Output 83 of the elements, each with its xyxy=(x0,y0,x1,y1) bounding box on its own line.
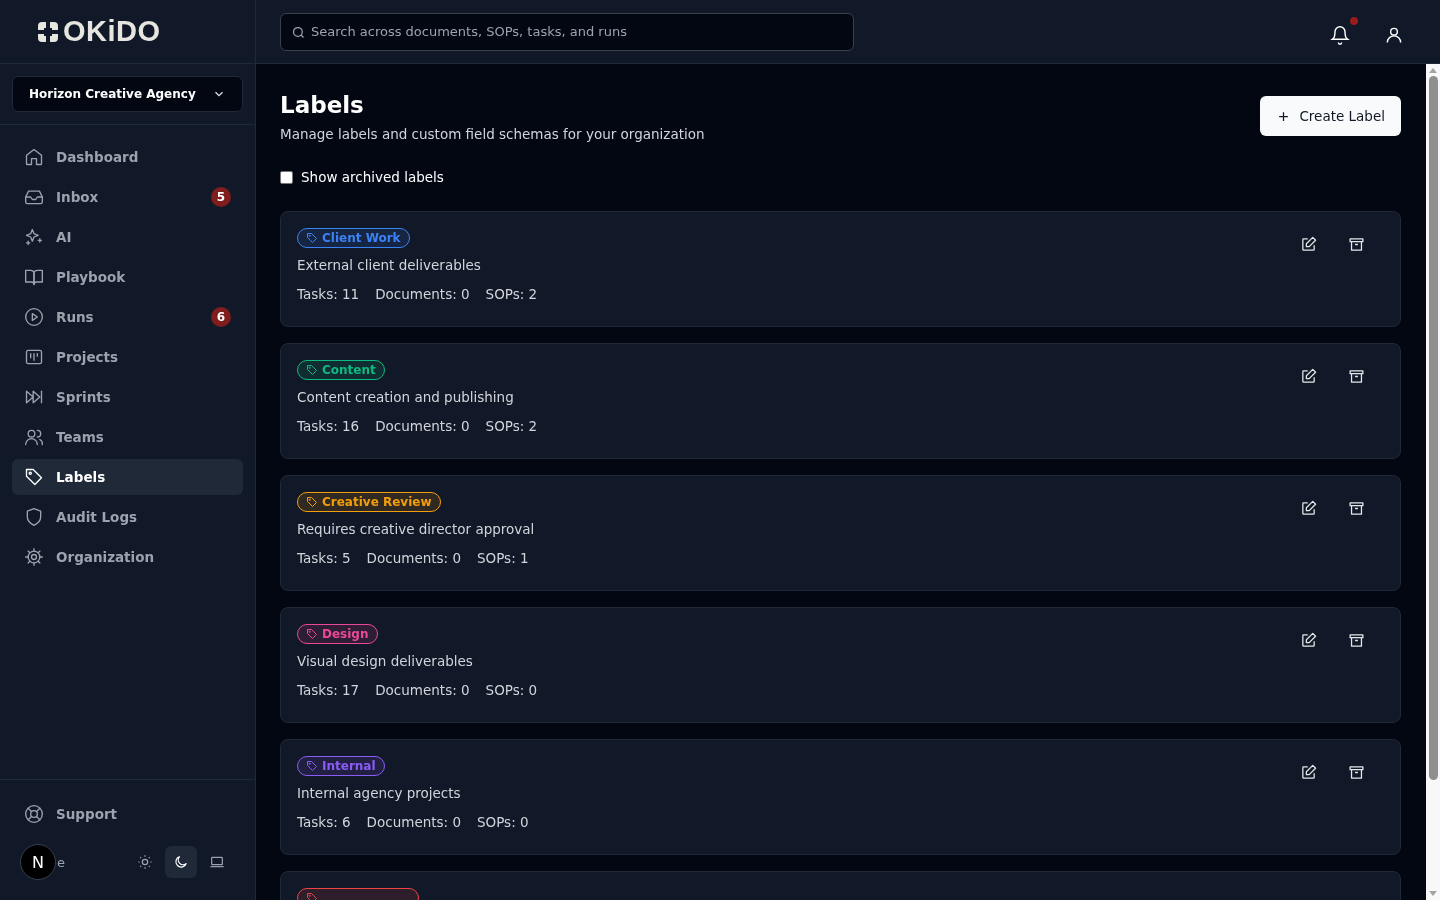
search-field[interactable]: Search across documents, SOPs, tasks, and runs xyxy=(280,12,854,51)
nav-item[interactable]: Organization xyxy=(12,539,243,575)
tag-icon xyxy=(306,760,318,772)
label-tag: Design xyxy=(297,624,378,644)
stat-text: SOPs: 0 xyxy=(485,682,538,698)
stat-text: SOPs: 1 xyxy=(477,550,529,566)
nav-item[interactable]: Teams xyxy=(12,419,243,455)
label-description: Visual design deliverables xyxy=(297,653,473,669)
page-title: Labels xyxy=(280,92,365,118)
moon-icon xyxy=(173,854,189,870)
label-description: Internal agency projects xyxy=(297,785,461,801)
label-tag: Content xyxy=(297,360,385,380)
tag-icon xyxy=(24,467,44,487)
label-tag: Client Work xyxy=(297,228,410,248)
book-icon xyxy=(24,267,44,287)
nav-item[interactable]: Sprints xyxy=(12,379,243,415)
settings-icon xyxy=(24,547,44,567)
label-tag: Creative Review xyxy=(297,492,441,512)
stat-text: Documents: 0 xyxy=(366,550,461,566)
shield-icon xyxy=(24,507,44,527)
nav-item[interactable]: Labels xyxy=(12,459,243,495)
archive-icon xyxy=(1347,235,1365,253)
theme-button[interactable] xyxy=(165,846,197,878)
stat-text: Tasks: 6 xyxy=(297,814,351,830)
sun-icon xyxy=(137,854,153,870)
users-icon xyxy=(24,427,44,447)
notifications-button[interactable] xyxy=(1328,16,1358,47)
label-description: Requires creative director approval xyxy=(297,521,535,537)
tag-icon xyxy=(306,364,318,376)
nav-item[interactable]: AI xyxy=(12,219,243,255)
label-description: Content creation and publishing xyxy=(297,389,514,405)
stat-text: Tasks: 16 xyxy=(297,418,360,434)
archive-icon xyxy=(1347,367,1365,385)
edit-icon xyxy=(1299,631,1317,649)
page-subtitle: Manage labels and custom field schemas for your organization xyxy=(280,126,705,142)
stat-text: SOPs: 0 xyxy=(477,814,529,830)
count-badge: 6 xyxy=(211,307,231,327)
scrollbar[interactable] xyxy=(1426,64,1440,900)
count-badge: 5 xyxy=(211,187,231,207)
nav-item[interactable]: Projects xyxy=(12,339,243,375)
laptop-icon xyxy=(209,854,225,870)
search-icon xyxy=(291,24,306,40)
checkbox-label[interactable]: Show archived labels xyxy=(301,169,444,185)
support-link[interactable]: Support xyxy=(12,796,243,832)
lifebuoy-icon xyxy=(24,804,44,824)
play-icon xyxy=(24,307,44,327)
archive-icon xyxy=(1347,763,1365,781)
edit-icon xyxy=(1299,499,1317,517)
sparkles-icon xyxy=(24,227,44,247)
home-icon xyxy=(24,147,44,167)
theme-label: e xyxy=(57,854,65,870)
tag-icon xyxy=(306,496,318,508)
edit-icon xyxy=(1299,367,1317,385)
tag-icon xyxy=(306,232,318,244)
nav-item[interactable]: Playbook xyxy=(12,259,243,295)
stat-text: Tasks: 5 xyxy=(297,550,351,566)
label-tag: Internal xyxy=(297,756,385,776)
archive-icon xyxy=(1347,631,1365,649)
logo-icon xyxy=(36,19,60,44)
organization-select[interactable]: Horizon Creative Agency xyxy=(12,76,243,112)
stat-text: SOPs: 2 xyxy=(485,418,538,434)
label-description: External client deliverables xyxy=(297,257,481,273)
stat-text: Documents: 0 xyxy=(375,286,470,302)
stat-text: Documents: 0 xyxy=(366,814,461,830)
chart-icon xyxy=(24,347,44,367)
edit-icon xyxy=(1299,763,1317,781)
nav-item[interactable]: Dashboard xyxy=(12,139,243,175)
tag-icon xyxy=(306,628,318,640)
checkbox[interactable] xyxy=(280,170,293,184)
archive-icon xyxy=(1347,499,1365,517)
avatar[interactable]: N xyxy=(20,844,56,880)
stat-text: Documents: 0 xyxy=(375,418,470,434)
stat-text: SOPs: 2 xyxy=(485,286,538,302)
create-label-button[interactable]: Create Label xyxy=(1260,96,1401,136)
nav-item[interactable]: Inbox 5 xyxy=(12,179,243,215)
brand-name: OKiDO xyxy=(63,15,161,48)
nav-item[interactable]: Audit Logs xyxy=(12,499,243,535)
bell-icon xyxy=(1330,24,1350,45)
edit-icon xyxy=(1299,235,1317,253)
stat-text: Documents: 0 xyxy=(375,682,470,698)
stat-text: Tasks: 11 xyxy=(297,286,360,302)
stat-text: Tasks: 17 xyxy=(297,682,360,698)
nav-item[interactable]: Runs 6 xyxy=(12,299,243,335)
